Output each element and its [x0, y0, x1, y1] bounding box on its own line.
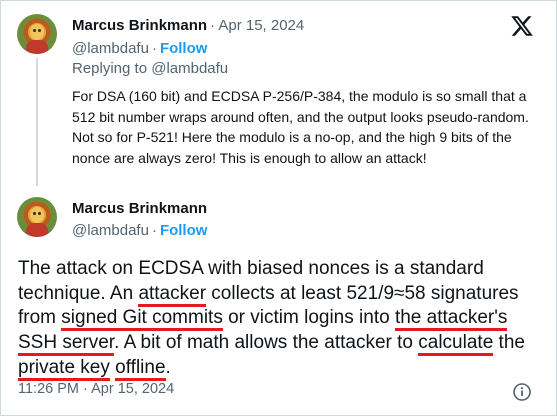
underlined-phrase: private key: [18, 356, 110, 381]
text-segment: the: [493, 332, 525, 354]
tweet-date[interactable]: Apr 15, 2024: [91, 381, 174, 397]
author-name[interactable]: Marcus Brinkmann: [72, 17, 207, 34]
text-segment: . A bit of math allows the attacker to: [114, 332, 419, 354]
thread-connector-line: [36, 58, 38, 186]
dot-separator: ·: [210, 17, 215, 34]
follow-button[interactable]: Follow: [160, 222, 208, 239]
underlined-phrase: signed Git commits: [61, 307, 223, 332]
avatar[interactable]: [17, 14, 57, 54]
dot-separator: ·: [83, 381, 88, 397]
author-handle[interactable]: @lambdafu: [72, 222, 149, 239]
avatar[interactable]: [17, 197, 57, 237]
handle-row: @lambdafu · Follow: [72, 222, 207, 239]
handle-row: @lambdafu · Follow: [72, 40, 207, 57]
dot-separator: ·: [151, 222, 157, 239]
underlined-phrase: attacker: [138, 282, 207, 307]
main-tweet-text: The attack on ECDSA with biased nonces i…: [18, 257, 538, 381]
tweet-time[interactable]: 11:26 PM: [18, 381, 79, 397]
author-name[interactable]: Marcus Brinkmann: [72, 200, 207, 217]
tweet-date-meta: · Apr 15, 2024: [210, 17, 304, 34]
underlined-phrase: offline: [115, 356, 166, 381]
dot-separator: ·: [151, 40, 157, 57]
reply-tweet-text: For DSA (160 bit) and ECDSA P-256/P-384,…: [72, 88, 529, 166]
underlined-phrase: calculate: [418, 332, 494, 357]
timestamp-row: 11:26 PM · Apr 15, 2024: [18, 381, 174, 397]
text-segment: or victim logins into: [222, 307, 395, 329]
replying-to[interactable]: Replying to @lambdafu: [72, 60, 228, 77]
text-segment: .: [165, 356, 171, 378]
x-logo-icon[interactable]: [510, 14, 534, 38]
follow-button[interactable]: Follow: [160, 40, 208, 57]
tweet-date[interactable]: Apr 15, 2024: [218, 17, 304, 34]
author-handle[interactable]: @lambdafu: [72, 40, 149, 57]
info-icon[interactable]: [512, 382, 532, 402]
